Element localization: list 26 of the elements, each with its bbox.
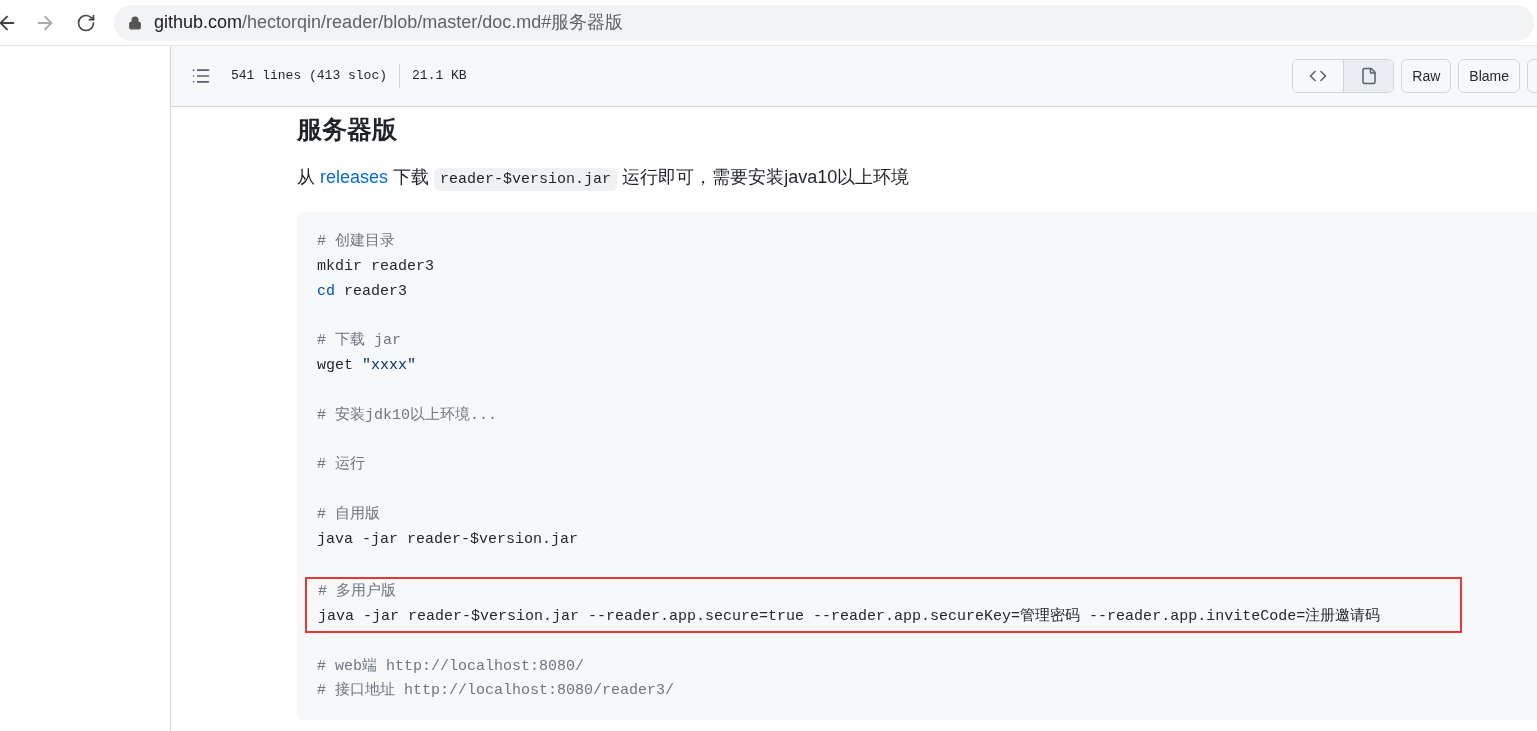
code-line: # 接口地址 http://localhost:8080/reader3/ xyxy=(317,680,675,702)
reload-icon[interactable] xyxy=(76,12,96,33)
line-count: 541 lines (413 sloc) xyxy=(231,67,388,86)
lock-icon xyxy=(128,15,142,30)
file-icon xyxy=(1359,67,1378,85)
file-size: 21.1 KB xyxy=(412,67,467,86)
code-line: wget "xxxx" xyxy=(317,356,417,376)
code-line: # 下载 jar xyxy=(317,330,401,352)
code-line: # web端 http://localhost:8080/ xyxy=(317,656,585,677)
intro-paragraph: 从 releases 下载 reader-$version.jar 运行即可，需要安装java10以上环境 xyxy=(297,163,1537,194)
code-line: # 安装jdk10以上环境... xyxy=(317,405,497,426)
code-line: mkdir reader3 xyxy=(317,256,435,277)
preview-button[interactable] xyxy=(1343,60,1394,92)
outline-icon[interactable] xyxy=(191,66,211,86)
address-bar[interactable]: github.com/hectorqin/reader/blob/master/doc.md#服务器版 xyxy=(114,4,1534,41)
toolbar-button[interactable]: Blame xyxy=(1458,59,1520,93)
code-line: # 自用版 xyxy=(317,504,380,525)
releases-link[interactable]: releases xyxy=(320,167,389,187)
code-line: # 多用户版 xyxy=(318,581,396,603)
code-line: java -jar reader-$version.jar xyxy=(317,529,579,550)
code-line: java -jar reader-$version.jar --reader.app.secure=true --reader.app.secureKey=管理密码 --reader.app.inviteCode=注册邀请码 xyxy=(318,606,1381,627)
code-line: cd reader3 xyxy=(317,281,408,302)
code-line: # 运行 xyxy=(317,455,365,476)
section-heading: 服务器版 xyxy=(297,114,398,145)
code-line: # 创建目录 xyxy=(317,231,395,252)
toolbar-button[interactable]: Raw xyxy=(1401,59,1452,93)
